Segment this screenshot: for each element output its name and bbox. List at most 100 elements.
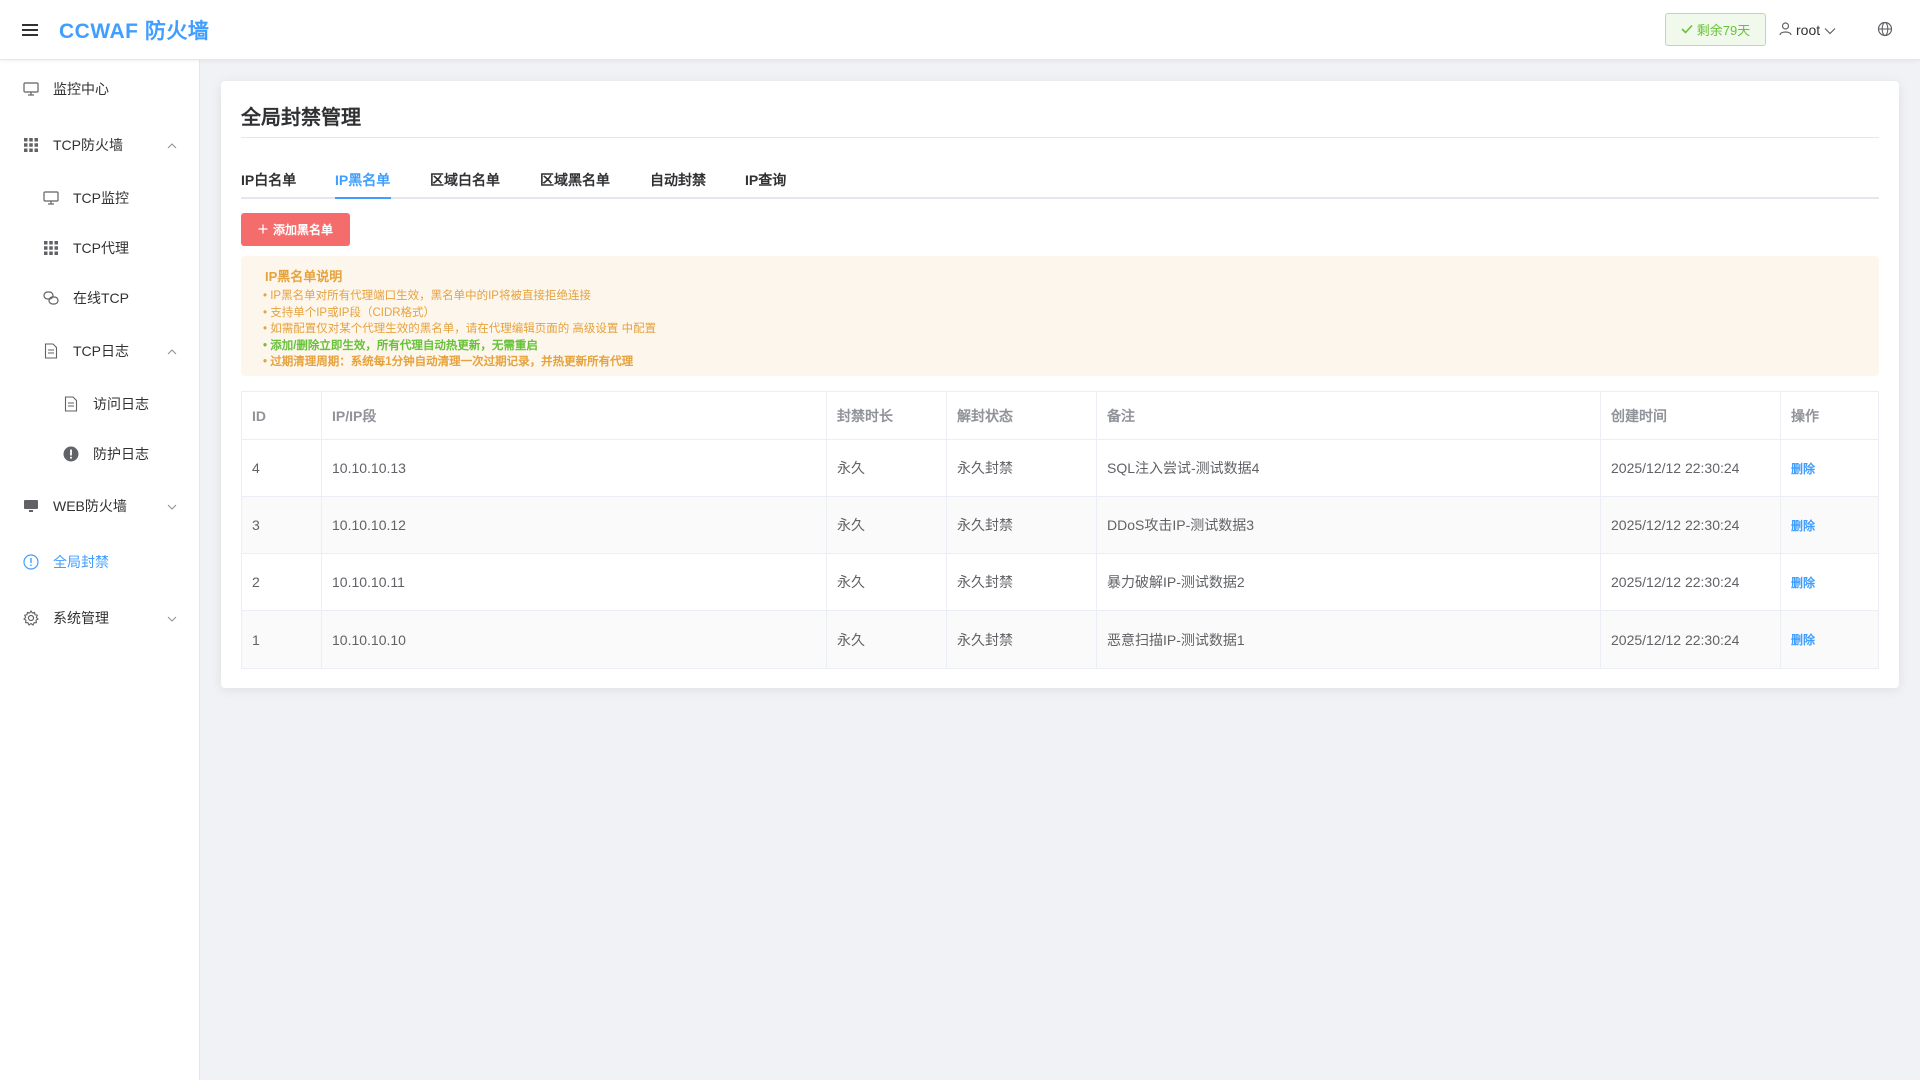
add-blacklist-button[interactable]: 添加黑名单	[241, 213, 350, 246]
table-row: 2 10.10.10.11 永久 永久封禁 暴力破解IP-测试数据2 2025/…	[242, 554, 1878, 611]
ban-tabs: IP白名单 IP黑名单 区域白名单 区域黑名单 自动封禁 IP查询	[241, 161, 1879, 199]
title-divider	[241, 137, 1879, 138]
delete-button[interactable]: 删除	[1791, 460, 1815, 477]
sidebar-item-label: 在线TCP	[73, 290, 129, 306]
app-brand[interactable]: CCWAF 防火墙	[59, 15, 209, 45]
warning-icon	[63, 446, 79, 462]
page-title: 全局封禁管理	[241, 107, 361, 129]
sidebar-item-label: WEB防火墙	[53, 498, 127, 514]
sidebar-item-system-management[interactable]: 系统管理	[0, 596, 199, 640]
link-icon	[43, 290, 59, 306]
sidebar-item-tcp-monitor[interactable]: TCP监控	[0, 176, 199, 220]
chevron-down-icon	[1824, 22, 1836, 38]
sidebar-item-tcp-firewall[interactable]: TCP防火墙	[0, 123, 199, 167]
username-label: root	[1796, 22, 1821, 38]
cell-status: 永久封禁	[947, 554, 1097, 610]
notice-line: • 添加/删除立即生效，所有代理自动热更新，无需重启	[263, 340, 538, 352]
cell-created: 2025/12/12 22:30:24	[1601, 554, 1781, 610]
chevron-down-icon	[166, 612, 178, 624]
column-header-remark[interactable]: 备注	[1097, 392, 1601, 439]
delete-button[interactable]: 删除	[1791, 574, 1815, 591]
cell-status: 永久封禁	[947, 440, 1097, 496]
blacklist-notice: IP黑名单说明 • IP黑名单对所有代理端口生效，黑名单中的IP将被直接拒绝连接…	[241, 256, 1879, 376]
sidebar-item-label: 系统管理	[53, 610, 109, 626]
active-tab-indicator	[335, 197, 391, 199]
cell-duration: 永久	[827, 554, 947, 610]
cell-status: 永久封禁	[947, 611, 1097, 668]
sidebar-item-web-firewall[interactable]: WEB防火墙	[0, 484, 199, 528]
chevron-up-icon	[166, 139, 178, 151]
document-icon	[63, 396, 79, 412]
cell-created: 2025/12/12 22:30:24	[1601, 611, 1781, 668]
cell-remark: DDoS攻击IP-测试数据3	[1097, 497, 1601, 553]
column-header-status[interactable]: 解封状态	[947, 392, 1097, 439]
cell-duration: 永久	[827, 497, 947, 553]
tab-ip-blacklist[interactable]: IP黑名单	[335, 161, 390, 199]
user-icon	[1779, 21, 1792, 39]
user-dropdown[interactable]: root	[1779, 19, 1836, 41]
cell-ip: 10.10.10.11	[322, 554, 827, 610]
notice-line: • 如需配置仅对某个代理生效的黑名单，请在代理编辑页面的 高级设置 中配置	[263, 323, 657, 335]
add-blacklist-label: 添加黑名单	[272, 223, 333, 237]
notice-line: • IP黑名单对所有代理端口生效，黑名单中的IP将被直接拒绝连接	[263, 290, 591, 302]
table-header-row: ID IP/IP段 封禁时长 解封状态 备注 创建时间 操作	[242, 392, 1878, 440]
column-header-duration[interactable]: 封禁时长	[827, 392, 947, 439]
tab-ip-whitelist[interactable]: IP白名单	[241, 161, 296, 199]
cell-duration: 永久	[827, 440, 947, 496]
chevron-down-icon	[166, 500, 178, 512]
cell-id: 3	[242, 497, 322, 553]
cell-status: 永久封禁	[947, 497, 1097, 553]
tab-ip-query[interactable]: IP查询	[745, 161, 786, 199]
sidebar-item-monitor-center[interactable]: 监控中心	[0, 67, 199, 111]
blacklist-table: ID IP/IP段 封禁时长 解封状态 备注 创建时间 操作 4 10.10.1…	[241, 391, 1879, 669]
info-icon	[23, 554, 39, 570]
hamburger-menu-icon[interactable]	[20, 20, 40, 40]
plus-icon	[258, 223, 268, 237]
grid-icon	[43, 240, 59, 256]
cell-action: 删除	[1781, 440, 1880, 496]
sidebar-item-label: 防护日志	[93, 446, 149, 462]
column-header-action: 操作	[1791, 407, 1819, 424]
trial-badge-label: 剩余79天	[1696, 23, 1751, 38]
notice-title: IP黑名单说明	[265, 269, 343, 284]
tab-region-whitelist[interactable]: 区域白名单	[430, 161, 500, 199]
delete-button[interactable]: 删除	[1791, 517, 1815, 534]
cell-remark: SQL注入尝试-测试数据4	[1097, 440, 1601, 496]
global-ban-card: 全局封禁管理 IP白名单 IP黑名单 区域白名单 区域黑名单 自动封禁 IP查询…	[221, 81, 1899, 688]
table-row: 1 10.10.10.10 永久 永久封禁 恶意扫描IP-测试数据1 2025/…	[242, 611, 1878, 668]
desktop-icon	[23, 498, 39, 514]
delete-button[interactable]: 删除	[1791, 631, 1815, 648]
column-header-created[interactable]: 创建时间	[1601, 392, 1781, 439]
table-row: 4 10.10.10.13 永久 永久封禁 SQL注入尝试-测试数据4 2025…	[242, 440, 1878, 497]
cell-created: 2025/12/12 22:30:24	[1601, 440, 1781, 496]
cell-ip: 10.10.10.13	[322, 440, 827, 496]
table-row: 3 10.10.10.12 永久 永久封禁 DDoS攻击IP-测试数据3 202…	[242, 497, 1878, 554]
sidebar-item-label: TCP代理	[73, 240, 129, 256]
sidebar-item-label: TCP防火墙	[53, 137, 123, 153]
cell-ip: 10.10.10.12	[322, 497, 827, 553]
cell-remark: 暴力破解IP-测试数据2	[1097, 554, 1601, 610]
cell-id: 2	[242, 554, 322, 610]
cell-action: 删除	[1781, 611, 1880, 668]
cell-ip: 10.10.10.10	[322, 611, 827, 668]
sidebar-item-tcp-logs[interactable]: TCP日志	[0, 329, 199, 373]
sidebar-item-tcp-proxy[interactable]: TCP代理	[0, 226, 199, 270]
sidebar-item-protection-log[interactable]: 防护日志	[0, 432, 199, 476]
cell-action: 删除	[1781, 497, 1880, 553]
column-header-ip[interactable]: IP/IP段	[322, 392, 827, 439]
sidebar-item-online-tcp[interactable]: 在线TCP	[0, 276, 199, 320]
sidebar: 监控中心 TCP防火墙 TCP监控 TCP代理 在线TCP TCP日志 访问日志…	[0, 60, 200, 1080]
check-icon	[1681, 22, 1693, 37]
column-header-id[interactable]: ID	[242, 392, 322, 439]
monitor-icon	[43, 190, 59, 206]
tab-auto-ban[interactable]: 自动封禁	[650, 161, 706, 199]
cell-action: 删除	[1781, 554, 1880, 610]
sidebar-item-label: 全局封禁	[53, 554, 109, 570]
sidebar-item-label: TCP日志	[73, 343, 129, 359]
sidebar-item-access-log[interactable]: 访问日志	[0, 382, 199, 426]
tab-region-blacklist[interactable]: 区域黑名单	[540, 161, 610, 199]
gear-icon	[23, 610, 39, 626]
cell-id: 1	[242, 611, 322, 668]
sidebar-item-global-ban[interactable]: 全局封禁	[0, 540, 199, 584]
globe-icon[interactable]	[1877, 21, 1895, 39]
